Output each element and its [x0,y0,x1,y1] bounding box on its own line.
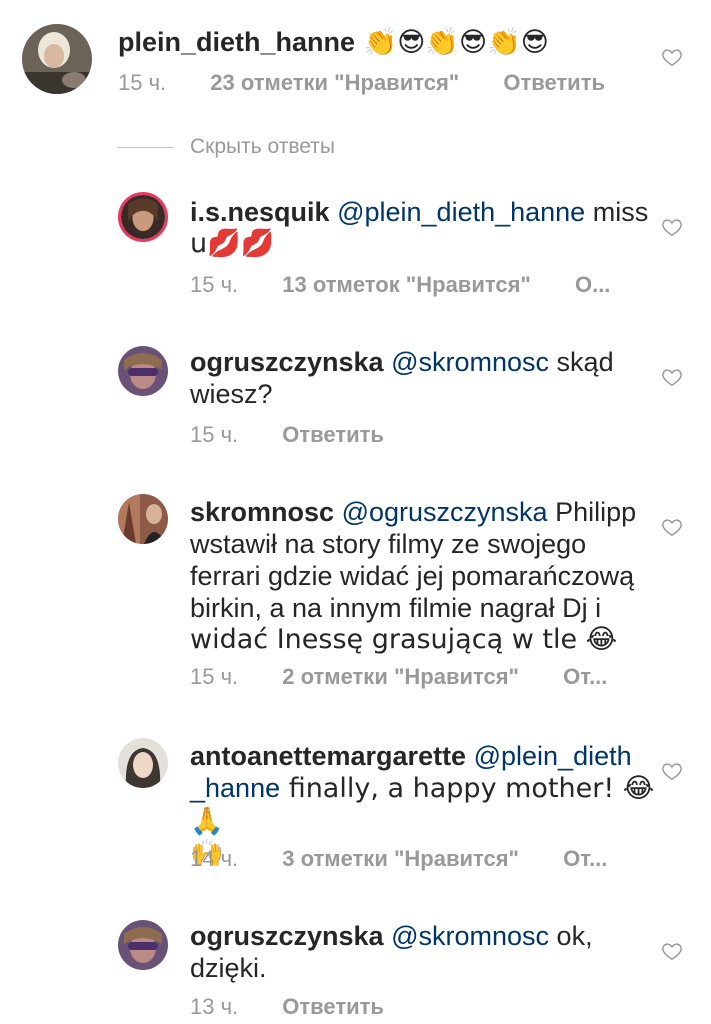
comment-body: Philipp [547,497,637,527]
hide-replies-label: Скрыть ответы [190,135,335,158]
comment-text: plein_dieth_hanne 👏😎👏😎👏😎 [118,26,638,59]
reply-button[interactable]: От... [563,846,607,872]
hide-replies-button[interactable]: Скрыть ответы [118,132,335,162]
mention-link[interactable]: @ogruszczynska [342,497,548,527]
comment-body: birkin, a na innym filmie nagrał Dj i [190,593,602,623]
likes-count-link[interactable]: 3 отметки "Нравится" [282,846,519,872]
reply-button[interactable]: Ответить [282,422,384,448]
heart-icon[interactable] [661,516,683,538]
heart-icon[interactable] [661,940,683,962]
comment-body: ferrari gdzie widać jej pomarańczową [190,561,635,591]
avatar[interactable] [118,738,168,788]
reply-button[interactable]: От... [563,664,607,690]
avatar[interactable] [118,346,168,396]
reply-button[interactable]: Ответить [503,70,605,96]
reply-item: ogruszczynska @skromnosc skąd wiesz? 15 … [0,330,711,460]
comment-username[interactable]: plein_dieth_hanne [118,27,355,57]
comment-time: 15 ч. [190,422,239,447]
comment-username[interactable]: ogruszczynska [190,921,384,951]
avatar[interactable] [118,494,168,544]
comment-body: dzięki. [190,953,267,983]
comment-username[interactable]: ogruszczynska [190,347,384,377]
comment-body: wiesz? [190,379,273,409]
mention-link[interactable]: @plein_dieth_hanne [337,197,585,227]
reply-item: ogruszczynska @skromnosc ok, dzięki. 13 … [0,904,711,1024]
heart-icon[interactable] [661,46,683,68]
comment-text: i.s.nesquik @plein_dieth_hanne miss u💋💋 [190,196,660,260]
heart-icon[interactable] [661,366,683,388]
mention-link[interactable]: @plein_dieth [474,741,632,771]
comment-time: 15 ч. [190,664,239,689]
comment-text: ogruszczynska @skromnosc skąd wiesz? [190,346,660,410]
likes-count-link[interactable]: 2 отметки "Нравится" [282,664,519,690]
comment-meta: 14 ч. 3 отметки "Нравится" От... [190,846,607,872]
likes-count-link[interactable]: 23 отметки "Нравится" [210,70,459,96]
comment-time: 15 ч. [190,272,239,297]
comment-time: 15 ч. [118,70,167,95]
likes-count-link[interactable]: 13 отметок "Нравится" [282,272,531,298]
comment-meta: 15 ч. 23 отметки "Нравится" Ответить [118,70,605,96]
comment-item: plein_dieth_hanne 👏😎👏😎👏😎 15 ч. 23 отметк… [0,0,711,120]
comment-username[interactable]: antoanettemargarette [190,741,466,771]
reply-item: skromnosc @ogruszczynska Philipp wstawił… [0,480,711,700]
reply-button[interactable]: Ответить [282,994,384,1020]
avatar[interactable] [118,920,168,970]
comment-text: skromnosc @ogruszczynska Philipp wstawił… [190,496,670,656]
avatar[interactable] [22,24,92,94]
comment-time: 13 ч. [190,994,239,1019]
avatar[interactable] [118,192,168,242]
comment-meta: 15 ч. 13 отметок "Нравится" О... [190,272,610,298]
reply-item: antoanettemargarette @plein_dieth _hanne… [0,722,711,892]
comment-body: miss [585,197,649,227]
reply-button[interactable]: О... [575,272,610,298]
mention-link[interactable]: _hanne [190,773,280,803]
comment-body: wstawił na story filmy ze swojego [190,529,587,559]
comment-text: ogruszczynska @skromnosc ok, dzięki. [190,920,660,984]
comment-body: 👏😎👏😎👏😎 [355,27,549,58]
mention-link[interactable]: @skromnosc [391,347,549,377]
comment-meta: 15 ч. 2 отметки "Нравится" От... [190,664,607,690]
comment-time: 14 ч. [190,846,239,871]
comment-meta: 13 ч. Ответить [190,994,384,1020]
comment-username[interactable]: skromnosc [190,497,334,527]
comment-body: widać Inessę grasującą w tle 😂 [190,624,618,655]
mention-link[interactable]: @skromnosc [391,921,549,951]
comment-username[interactable]: i.s.nesquik [190,197,330,227]
heart-icon[interactable] [661,760,683,782]
comment-body: skąd [549,347,614,377]
heart-icon[interactable] [661,216,683,238]
reply-item: i.s.nesquik @plein_dieth_hanne miss u💋💋 … [0,180,711,310]
comment-body: u💋💋 [190,228,275,259]
comment-meta: 15 ч. Ответить [190,422,384,448]
comment-body: ok, [549,921,593,951]
divider [118,146,174,148]
